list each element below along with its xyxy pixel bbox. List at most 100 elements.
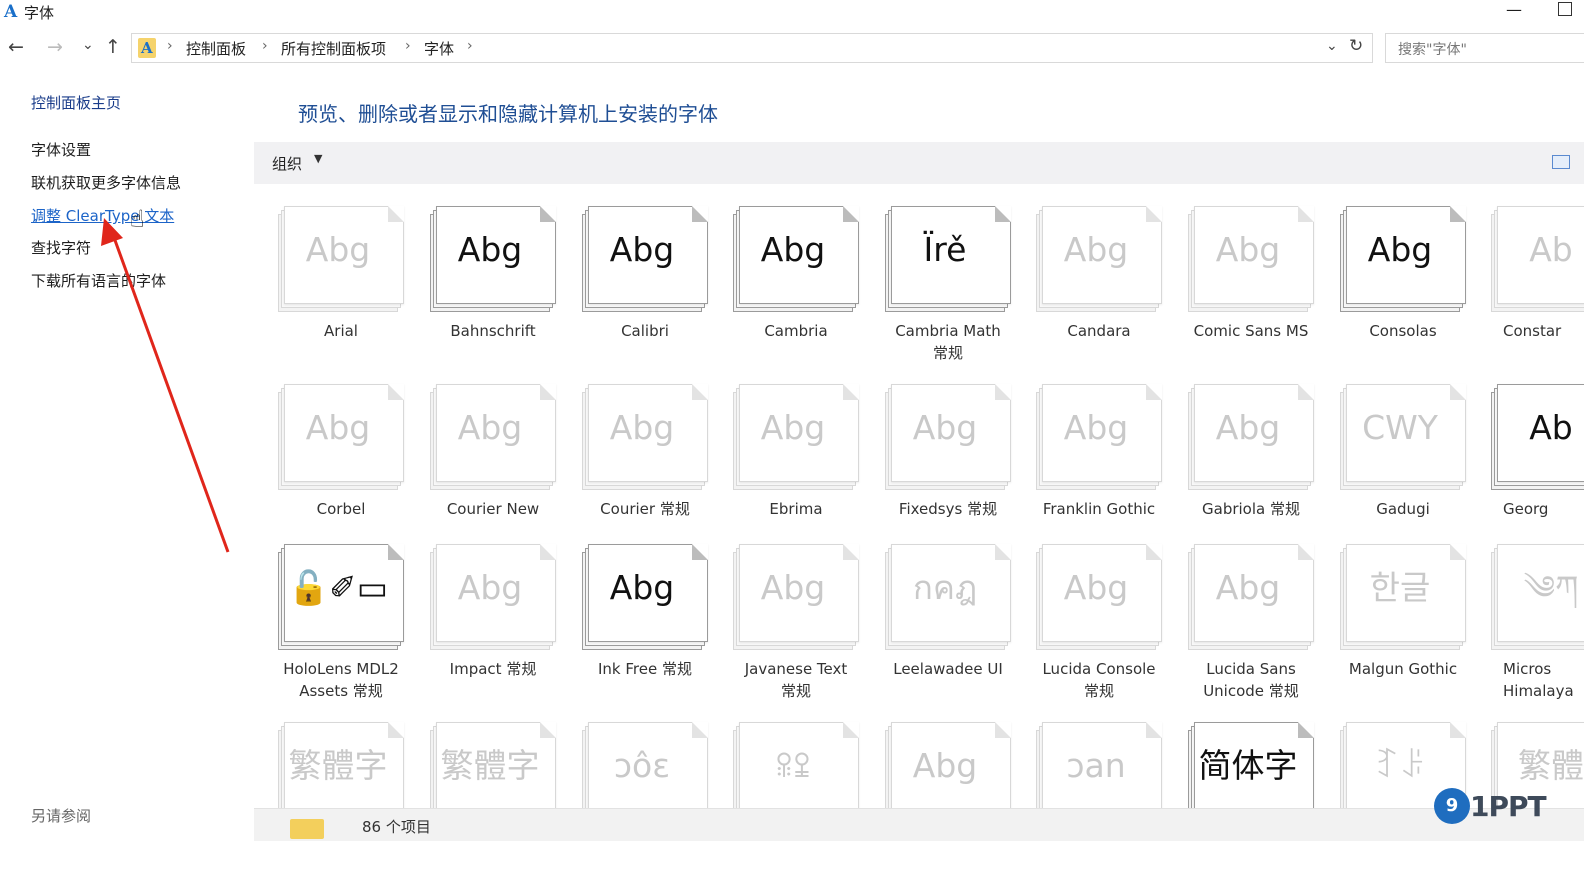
font-sample: Abg — [1063, 568, 1129, 607]
font-tile[interactable]: 简体字 — [1182, 716, 1320, 876]
font-tile[interactable]: Ab Georg — [1485, 378, 1584, 538]
address-dropdown-icon[interactable]: ⌄ — [1326, 38, 1338, 54]
font-tile[interactable]: Abg Arial — [272, 200, 410, 360]
font-sample: Abg — [305, 230, 371, 269]
font-tile[interactable]: Ïrě Cambria Math 常规 — [879, 200, 1017, 362]
page-title: 预览、删除或者显示和隐藏计算机上安装的字体 — [298, 102, 718, 126]
watermark-text: 1PPT — [1470, 790, 1547, 823]
font-tile[interactable]: CWY Gadugi — [1334, 378, 1472, 538]
font-name: Javanese Text 常规 — [744, 660, 848, 700]
font-tile[interactable]: Abg Impact 常规 — [424, 538, 562, 698]
font-sample: Abg — [457, 230, 523, 269]
font-sample: Abg — [609, 408, 675, 447]
font-sample: Abg — [1215, 230, 1281, 269]
change-view-icon[interactable] — [1552, 155, 1570, 169]
font-tile[interactable]: 繁體字 — [424, 716, 562, 876]
font-sample: Abg — [760, 408, 826, 447]
font-tile[interactable]: 🔓✐▭ HoloLens MDL2 Assets 常规 — [272, 538, 410, 700]
download-all-language-fonts-link[interactable]: 下载所有语言的字体 — [31, 270, 166, 291]
recent-locations-button[interactable]: ⌄ — [82, 34, 94, 56]
font-tile[interactable]: Abg Gabriola 常规 — [1182, 378, 1320, 538]
font-sample: Abg — [457, 408, 523, 447]
minimize-button[interactable]: — — [1502, 0, 1526, 19]
breadcrumb-control-panel[interactable]: 控制面板 — [186, 38, 246, 59]
font-tile[interactable]: ɔôɛ — [576, 716, 714, 876]
organize-button[interactable]: 组织 — [272, 153, 302, 174]
font-name: Ink Free 常规 — [598, 660, 692, 678]
font-tile[interactable]: Ab Constar — [1485, 200, 1584, 360]
up-button[interactable]: ↑ — [105, 36, 121, 58]
font-settings-link[interactable]: 字体设置 — [31, 139, 91, 160]
font-tile[interactable]: Abg Javanese Text 常规 — [727, 538, 865, 700]
font-tile[interactable]: Abg Bahnschrift — [424, 200, 562, 360]
font-tile[interactable]: Abg Corbel — [272, 378, 410, 538]
font-tile[interactable]: ɔan — [1030, 716, 1168, 876]
font-tile[interactable]: Abg Calibri — [576, 200, 714, 360]
fonts-app-icon: A — [4, 2, 18, 22]
breadcrumb-separator[interactable]: › — [262, 38, 268, 54]
font-sample: Abg — [609, 568, 675, 607]
font-name: Corbel — [316, 500, 366, 518]
font-sample: CWY — [1362, 408, 1438, 447]
font-sample: ɔan — [1066, 746, 1126, 785]
font-sample: Abg — [1215, 408, 1281, 447]
find-character-link[interactable]: 查找字符 — [31, 237, 91, 258]
font-name: Arial — [324, 322, 358, 340]
breadcrumb-separator[interactable]: › — [167, 38, 173, 54]
font-sample: Abg — [1215, 568, 1281, 607]
font-tile[interactable]: Abg Comic Sans MS — [1182, 200, 1320, 360]
font-tile[interactable]: กคฎ Leelawadee UI — [879, 538, 1017, 698]
font-tile[interactable]: Abg Lucida Sans Unicode 常规 — [1182, 538, 1320, 700]
font-tile[interactable]: Abg Courier 常规 — [576, 378, 714, 538]
font-tile[interactable]: Abg Courier New — [424, 378, 562, 538]
breadcrumb-all-items[interactable]: 所有控制面板项 — [281, 38, 386, 59]
font-sample: Abg — [1063, 408, 1129, 447]
font-name: Lucida Sans Unicode 常规 — [1203, 660, 1299, 700]
see-also-heading: 另请参阅 — [31, 807, 92, 825]
window-title: 字体 — [24, 4, 55, 22]
font-tile[interactable]: Abg Fixedsys 常规 — [879, 378, 1017, 538]
font-tile[interactable]: Abg Consolas — [1334, 200, 1472, 360]
breadcrumb-separator[interactable]: › — [405, 38, 411, 54]
folder-icon — [290, 819, 324, 839]
font-tile[interactable]: Abg Ebrima — [727, 378, 865, 538]
refresh-icon[interactable]: ↻ — [1349, 36, 1363, 56]
font-sample: ɔôɛ — [613, 746, 671, 785]
font-name: HoloLens MDL2 Assets 常规 — [283, 660, 399, 700]
font-tile[interactable]: Abg Cambria — [727, 200, 865, 360]
font-sample: Ab — [1529, 408, 1573, 447]
font-sample: Abg — [1367, 230, 1433, 269]
get-more-fonts-online-link[interactable]: 联机获取更多字体信息 — [31, 172, 181, 193]
font-tile[interactable]: Abg Ink Free 常规 — [576, 538, 714, 698]
font-tile[interactable]: ꕉꔍ — [727, 716, 865, 876]
font-sample: Abg — [912, 408, 978, 447]
font-tile[interactable]: ༄ཀ Micros Himalaya — [1485, 538, 1584, 700]
font-sample: 繁體 — [1518, 746, 1584, 785]
font-sample: กคฎ — [912, 568, 978, 607]
organize-dropdown-icon[interactable]: ▼ — [314, 152, 322, 165]
font-sample: Abg — [305, 408, 371, 447]
font-tile[interactable]: Abg Lucida Console 常规 — [1030, 538, 1168, 700]
font-name: Cambria Math 常规 — [895, 322, 1001, 362]
font-sample: Ïrě — [923, 230, 967, 269]
font-sample: ꆈꌠ — [1374, 746, 1426, 785]
control-panel-home-link[interactable]: 控制面板主页 — [31, 92, 121, 113]
forward-button[interactable]: → — [47, 36, 63, 58]
adjust-cleartype-link[interactable]: 调整 ClearType 文本 — [31, 205, 174, 226]
font-tile[interactable]: Abg — [879, 716, 1017, 876]
font-sample: Abg — [760, 230, 826, 269]
search-box[interactable]: 搜索"字体" — [1385, 33, 1584, 63]
font-tile[interactable]: 한글 Malgun Gothic — [1334, 538, 1472, 698]
breadcrumb-fonts[interactable]: 字体 — [424, 38, 454, 59]
fonts-folder-icon: A — [138, 38, 156, 58]
back-button[interactable]: ← — [8, 36, 24, 58]
status-bar: 86 个项目 — [254, 808, 1584, 841]
font-sample: Ab — [1529, 230, 1573, 269]
maximize-button[interactable] — [1558, 2, 1572, 16]
search-placeholder[interactable]: 搜索"字体" — [1398, 39, 1467, 59]
font-tile[interactable]: Abg Candara — [1030, 200, 1168, 360]
font-tile[interactable]: Abg Franklin Gothic — [1030, 378, 1168, 538]
breadcrumb-separator[interactable]: › — [467, 38, 473, 54]
font-tile[interactable]: 繁體字 — [272, 716, 410, 876]
command-bar: 组织 ▼ — [254, 142, 1584, 184]
